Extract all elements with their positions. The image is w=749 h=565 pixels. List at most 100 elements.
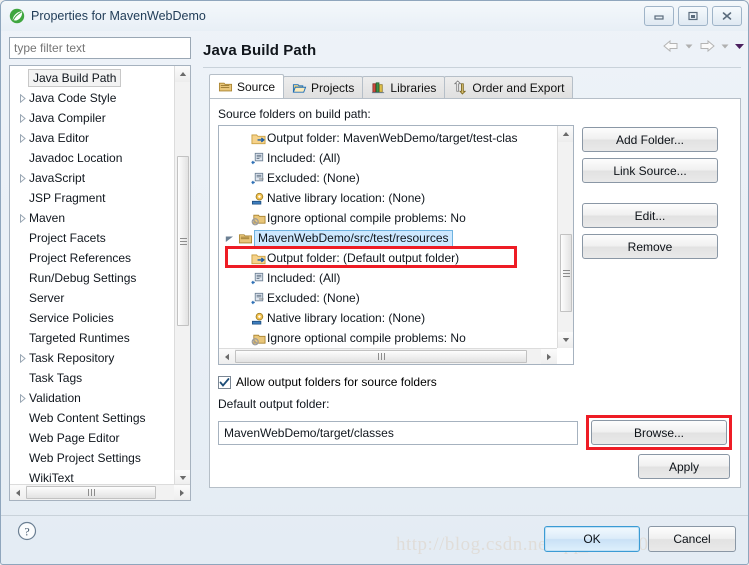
- chevron-up-icon: [179, 72, 186, 76]
- cancel-button[interactable]: Cancel: [648, 526, 736, 552]
- link-source-button[interactable]: Link Source...: [582, 158, 718, 183]
- settings-tree: Java Build Path Java Code Style Java Compi…: [9, 65, 191, 501]
- forward-arrow-icon[interactable]: [698, 39, 716, 53]
- sidebar-item-javadoc-location[interactable]: Javadoc Location: [10, 148, 175, 168]
- source-list-row[interactable]: MavenWebDemo/src/test/resources: [219, 228, 557, 248]
- remove-button[interactable]: Remove: [582, 234, 718, 259]
- twisty-collapsed-icon[interactable]: [18, 393, 27, 403]
- source-list-row[interactable]: Native library location: (None): [219, 188, 557, 208]
- tree-twisty[interactable]: [16, 113, 29, 123]
- settings-tree-list: Java Build Path Java Code Style Java Compi…: [10, 66, 175, 486]
- sidebar-horizontal-scrollbar[interactable]: [10, 484, 190, 500]
- sidebar-item-java-code-style[interactable]: Java Code Style: [10, 88, 175, 108]
- sidebar-item-targeted-runtimes[interactable]: Targeted Runtimes: [10, 328, 175, 348]
- minimize-button[interactable]: [644, 6, 674, 26]
- sidebar-item-maven[interactable]: Maven: [10, 208, 175, 228]
- source-list-row[interactable]: Ignore optional compile problems: No: [219, 328, 557, 348]
- sidebar-item-java-compiler[interactable]: Java Compiler: [10, 108, 175, 128]
- source-list-row[interactable]: Output folder: MavenWebDemo/target/test-…: [219, 128, 557, 148]
- tree-twisty[interactable]: [223, 234, 236, 243]
- source-list-row[interactable]: Included: (All): [219, 148, 557, 168]
- list-scroll-thumb[interactable]: [560, 234, 572, 312]
- list-hscroll-thumb[interactable]: [235, 350, 527, 363]
- chevron-down-icon: [562, 338, 569, 342]
- allow-output-folders-row[interactable]: Allow output folders for source folders: [218, 375, 732, 389]
- tree-twisty[interactable]: [16, 93, 29, 103]
- help-question-icon[interactable]: ?: [17, 521, 37, 541]
- footer-divider: [1, 515, 748, 516]
- list-horizontal-scrollbar[interactable]: [219, 348, 557, 364]
- filter-input[interactable]: [9, 37, 191, 59]
- twisty-collapsed-icon[interactable]: [18, 173, 27, 183]
- sidebar-item-task-repository[interactable]: Task Repository: [10, 348, 175, 368]
- twisty-collapsed-icon[interactable]: [18, 133, 27, 143]
- forward-menu-chevron-down-icon[interactable]: [720, 41, 730, 51]
- source-list-row[interactable]: Excluded: (None): [219, 168, 557, 188]
- source-list-row[interactable]: Excluded: (None): [219, 288, 557, 308]
- tree-twisty[interactable]: [16, 173, 29, 183]
- tab-libraries[interactable]: Libraries: [362, 76, 446, 98]
- browse-button[interactable]: Browse...: [591, 420, 727, 445]
- view-menu-chevron-down-filled-icon[interactable]: [734, 41, 745, 51]
- sidebar-item-web-page-editor[interactable]: Web Page Editor: [10, 428, 175, 448]
- sidebar-item-run-debug-settings[interactable]: Run/Debug Settings: [10, 268, 175, 288]
- sidebar-item-label: Web Page Editor: [29, 431, 120, 445]
- default-output-folder-row: MavenWebDemo/target/classes Browse...: [218, 415, 732, 450]
- twisty-collapsed-icon[interactable]: [18, 213, 27, 223]
- sidebar-item-web-project-settings[interactable]: Web Project Settings: [10, 448, 175, 468]
- edit-button[interactable]: Edit...: [582, 203, 718, 228]
- page-title: Java Build Path: [203, 41, 317, 59]
- back-arrow-icon[interactable]: [662, 39, 680, 53]
- allow-output-folders-checkbox[interactable]: [218, 375, 231, 389]
- apply-button[interactable]: Apply: [638, 454, 730, 479]
- maximize-button[interactable]: [678, 6, 708, 26]
- sidebar-item-java-editor[interactable]: Java Editor: [10, 128, 175, 148]
- source-list-row[interactable]: Ignore optional compile problems: No: [219, 208, 557, 228]
- twisty-collapsed-icon[interactable]: [18, 113, 27, 123]
- sidebar-scroll-thumb[interactable]: [177, 156, 189, 326]
- sidebar-item-project-facets[interactable]: Project Facets: [10, 228, 175, 248]
- sidebar-hscroll-thumb[interactable]: [26, 486, 156, 499]
- sidebar-item-jsp-fragment[interactable]: JSP Fragment: [10, 188, 175, 208]
- list-scroll-down-button[interactable]: [558, 332, 573, 348]
- tree-twisty[interactable]: [16, 133, 29, 143]
- back-menu-chevron-down-icon[interactable]: [684, 41, 694, 51]
- source-list-row-label: Output folder: MavenWebDemo/target/test-…: [267, 131, 518, 145]
- sidebar-item-project-references[interactable]: Project References: [10, 248, 175, 268]
- add-folder-button[interactable]: Add Folder...: [582, 127, 718, 152]
- sidebar-item-validation[interactable]: Validation: [10, 388, 175, 408]
- source-list-row[interactable]: Output folder: (Default output folder): [219, 248, 557, 268]
- scroll-right-button[interactable]: [174, 484, 190, 500]
- sidebar-item-task-tags[interactable]: Task Tags: [10, 368, 175, 388]
- source-list-row[interactable]: Native library location: (None): [219, 308, 557, 328]
- tree-twisty[interactable]: [16, 393, 29, 403]
- sidebar-item-server[interactable]: Server: [10, 288, 175, 308]
- twisty-collapsed-icon[interactable]: [18, 353, 27, 363]
- sidebar-item-service-policies[interactable]: Service Policies: [10, 308, 175, 328]
- sidebar-item-javascript[interactable]: JavaScript: [10, 168, 175, 188]
- sidebar-vertical-scrollbar[interactable]: [174, 66, 190, 486]
- list-scroll-right-button[interactable]: [541, 348, 557, 364]
- scroll-left-button[interactable]: [10, 484, 26, 500]
- tree-twisty[interactable]: [16, 213, 29, 223]
- tree-twisty[interactable]: [16, 353, 29, 363]
- navigation-controls: [662, 39, 745, 53]
- list-vertical-scrollbar[interactable]: [557, 126, 573, 348]
- tab-strip: Source Projects Libraries Order and Export: [203, 74, 741, 98]
- twisty-collapsed-icon[interactable]: [18, 93, 27, 103]
- close-button[interactable]: [712, 6, 742, 26]
- list-scroll-up-button[interactable]: [558, 126, 573, 142]
- tab-order-and-export[interactable]: Order and Export: [444, 76, 574, 98]
- sidebar-item-java-build-path[interactable]: Java Build Path: [10, 68, 175, 88]
- list-scroll-left-button[interactable]: [219, 348, 235, 364]
- default-output-folder-input[interactable]: MavenWebDemo/target/classes: [218, 420, 578, 445]
- tab-source[interactable]: Source: [209, 74, 285, 98]
- twisty-expanded-icon[interactable]: [225, 234, 234, 243]
- sidebar-item-web-content-settings[interactable]: Web Content Settings: [10, 408, 175, 428]
- tab-projects[interactable]: Projects: [283, 76, 364, 98]
- tab-label: Order and Export: [472, 80, 565, 95]
- source-list-row[interactable]: Included: (All): [219, 268, 557, 288]
- source-folders-list[interactable]: Output folder: MavenWebDemo/target/test-…: [218, 125, 574, 365]
- scroll-up-button[interactable]: [175, 66, 190, 82]
- ok-button[interactable]: OK: [544, 526, 640, 552]
